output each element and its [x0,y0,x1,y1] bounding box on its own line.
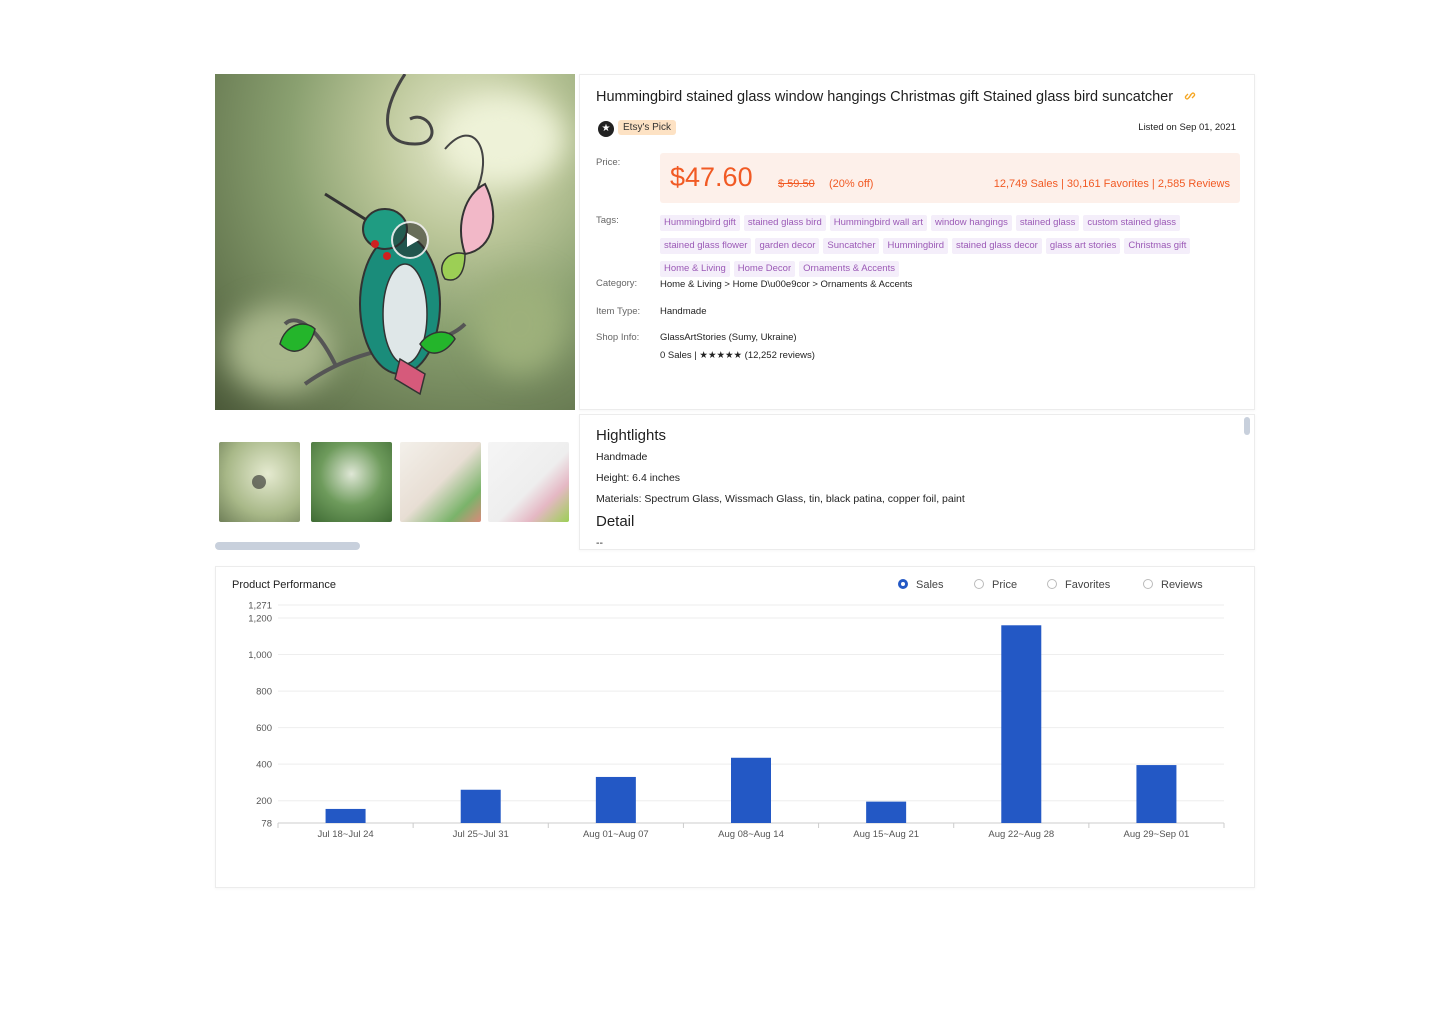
product-main-image[interactable] [215,74,575,410]
tag-chip[interactable]: garden decor [755,238,820,254]
bar [1136,765,1177,823]
tag-chip[interactable]: stained glass bird [743,215,826,231]
shop-name[interactable]: GlassArtStories (Sumy, Ukraine) [660,332,797,343]
thumbnail-1[interactable] [219,442,300,522]
y-tick-label: 78 [261,819,272,830]
x-tick-label: Aug 22~Aug 28 [988,829,1054,840]
original-price: $ 59.50 [778,178,815,190]
tag-chip[interactable]: Hummingbird gift [660,215,740,231]
detail-value: -- [596,537,603,549]
sales-bar-chart: 78 200 400 600 800 1,000 1,2001,271 Jul 18~Jul … [248,601,1225,840]
highlight-line: Handmade [596,451,648,463]
radio-icon [1143,579,1153,589]
price-label: Price: [596,157,621,168]
x-tick-label: Aug 15~Aug 21 [853,829,919,840]
bar [595,776,636,823]
y-tick-label: 1,200 [248,613,272,624]
category-value: Home & Living > Home D\u00e9cor > Orname… [660,279,913,290]
tag-chip[interactable]: Home & Living [660,261,730,277]
thumbnail-4[interactable] [488,442,569,522]
tag-chip[interactable]: glass art stories [1045,238,1121,254]
sales-stats: 12,749 Sales | 30,161 Favorites | 2,585 … [993,178,1230,190]
etsy-pick-star-icon: ★ [598,121,614,137]
highlights-card: Hightlights Handmade Height: 6.4 inches … [579,414,1255,550]
product-title-text: Hummingbird stained glass window hanging… [596,89,1174,105]
tag-chip[interactable]: custom stained glass [1083,215,1181,231]
y-tick-label: 200 [256,796,272,807]
shop-stats: 0 Sales | ★★★★★ (12,252 reviews) [660,350,815,361]
radio-label: Sales [916,579,944,591]
performance-title: Product Performance [232,579,336,591]
shop-info-label: Shop Info: [596,332,640,343]
tags-label: Tags: [596,215,619,226]
radio-label: Favorites [1065,579,1111,591]
bar [1001,625,1042,823]
bar [325,808,366,823]
radio-sales[interactable]: Sales [898,579,944,591]
tag-chip[interactable]: Christmas gift [1124,238,1191,254]
highlight-line: Materials: Spectrum Glass, Wissmach Glas… [596,493,965,505]
bar [460,789,501,823]
discount: (20% off) [829,178,874,190]
etsy-pick-badge: Etsy's Pick [618,120,677,135]
product-title: Hummingbird stained glass window hanging… [596,89,1197,105]
current-price: $47.60 [670,162,753,192]
highlight-line: Height: 6.4 inches [596,472,681,484]
x-tick-label: Jul 18~Jul 24 [317,829,373,840]
thumbnail-2[interactable] [311,442,392,522]
tag-chip[interactable]: Ornaments & Accents [799,261,899,277]
listed-date: Listed on Sep 01, 2021 [1138,122,1236,133]
radio-favorites[interactable]: Favorites [1047,579,1110,591]
y-tick-label: 1,000 [248,650,272,661]
x-tick-label: Aug 01~Aug 07 [583,829,649,840]
radio-icon [974,579,984,589]
tag-chip[interactable]: Suncatcher [823,238,880,254]
radio-reviews[interactable]: Reviews [1143,579,1203,591]
radio-price[interactable]: Price [974,579,1017,591]
product-performance-card: Product Performance Sales Price Favorite… [215,566,1255,888]
tag-chip[interactable]: Hummingbird [883,238,948,254]
y-tick-label: 800 [256,687,272,698]
bar [866,801,907,823]
thumbnail-scrollbar[interactable] [215,542,360,550]
x-tick-label: Aug 29~Sep 01 [1124,829,1190,840]
tag-chip[interactable]: Hummingbird wall art [829,215,927,231]
detail-title: Detail [596,513,635,530]
item-type-value: Handmade [660,306,707,317]
y-tick-label: 1,271 [248,601,272,612]
y-tick-label: 400 [256,760,272,771]
x-tick-label: Jul 25~Jul 31 [453,829,509,840]
radio-label: Reviews [1161,579,1203,591]
tag-chip[interactable]: stained glass flower [660,238,752,254]
item-type-label: Item Type: [596,306,641,317]
category-label: Category: [596,278,638,289]
highlights-scrollbar[interactable] [1244,417,1250,435]
radio-label: Price [992,579,1018,591]
link-icon[interactable] [1183,89,1197,103]
thumbnail-3[interactable] [400,442,481,522]
tag-list: Hummingbird gift stained glass bird Hummin… [660,212,1240,281]
tag-chip[interactable]: stained glass decor [951,238,1042,254]
tag-chip[interactable]: stained glass [1015,215,1080,231]
product-info-card: Hummingbird stained glass window hanging… [579,74,1255,410]
radio-icon [898,579,908,589]
x-tick-label: Aug 08~Aug 14 [718,829,784,840]
bar [731,757,771,823]
highlights-title: Hightlights [596,427,667,444]
price-box: $47.60 $ 59.50 (20% off) 12,749 Sales | … [660,153,1240,203]
tag-chip[interactable]: window hangings [930,215,1012,231]
thumbnail-strip [215,414,575,550]
play-icon [252,475,266,489]
y-tick-label: 600 [256,723,272,734]
radio-icon [1047,579,1057,589]
play-video-icon[interactable] [391,221,429,259]
tag-chip[interactable]: Home Decor [733,261,796,277]
